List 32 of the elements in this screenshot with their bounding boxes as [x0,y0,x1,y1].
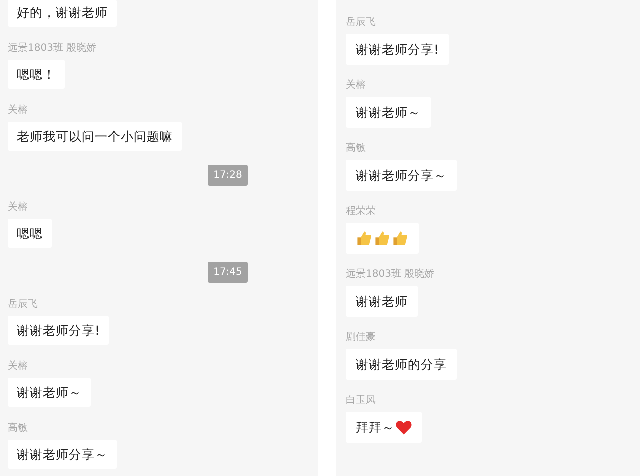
message-bubble: 谢谢老师～ [8,378,91,407]
thumbs-up-icon [374,230,391,247]
sender-name: 高敏 [346,142,366,155]
sender-name: 关榕 [8,104,28,117]
sender-name: 岳辰飞 [8,298,38,311]
message-bubble: 好的，谢谢老师 [8,0,117,27]
sender-name: 程荣荣 [346,205,376,218]
sender-name: 剧佳豪 [346,331,376,344]
thumbs-up-icon [356,230,373,247]
message-bubble: 谢谢老师 [346,286,418,317]
heart-icon [396,420,412,435]
message-bubble: 谢谢老师分享! [8,316,110,345]
sender-name: 远景1803班 殷晓娇 [8,42,97,55]
sender-name: 关榕 [346,79,366,92]
sender-name: 远景1803班 殷晓娇 [346,268,435,281]
message-bubble: 老师我可以问一个小问题嘛 [8,122,182,151]
thumbs-up-icon [392,230,409,247]
message-bubble: 谢谢老师分享～ [346,160,457,191]
message-bubble: 谢谢老师分享～ [8,440,117,469]
message-bubble: 谢谢老师分享! [346,34,450,65]
sender-name: 岳辰飞 [346,16,376,29]
message-text: 拜拜～ [356,419,395,436]
sender-name: 关榕 [8,201,28,214]
sender-name: 高敏 [8,422,28,435]
sender-name: 关榕 [8,360,28,373]
timestamp: 17:45 [208,262,248,283]
sender-name: 白玉凤 [346,394,376,407]
message-bubble: 嗯嗯！ [8,60,65,89]
message-bubble: 谢谢老师的分享 [346,349,457,380]
message-bubble: 谢谢老师～ [346,97,431,128]
message-bubble: 嗯嗯 [8,219,52,248]
timestamp: 17:28 [208,165,248,186]
